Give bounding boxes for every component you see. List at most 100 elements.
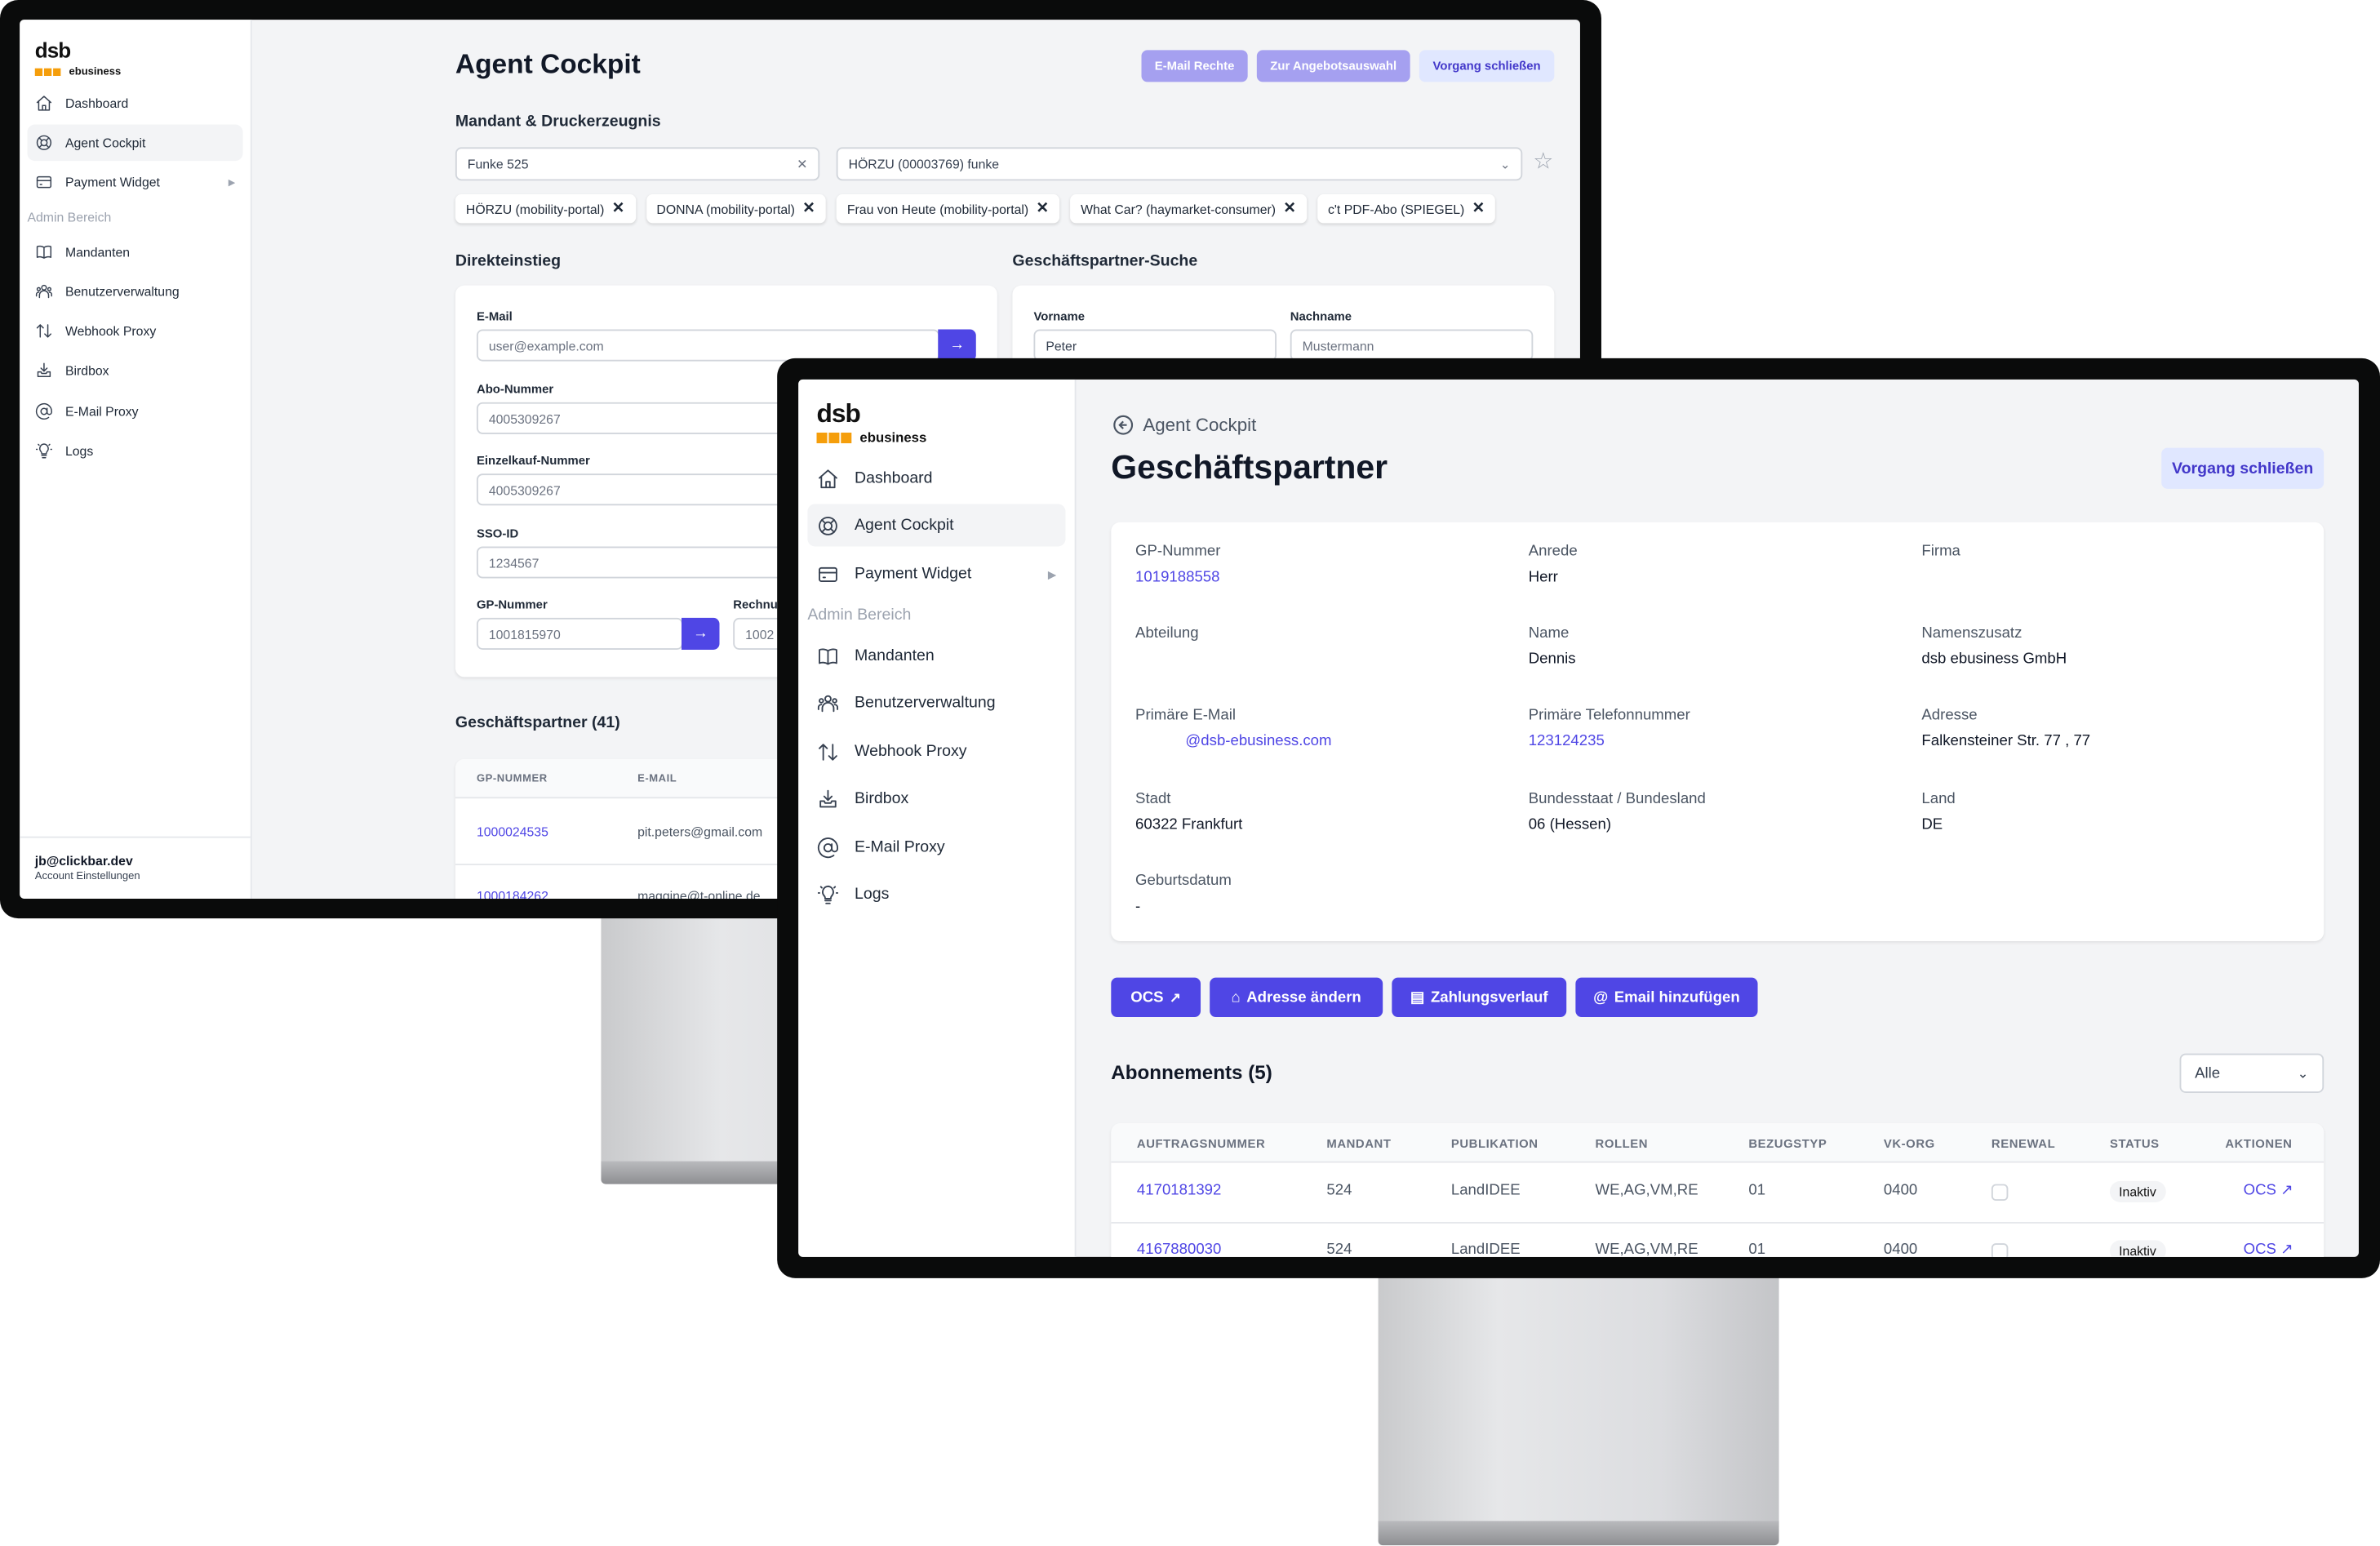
col-header: VK-ORG — [1883, 1136, 1935, 1151]
front-monitor: dsb ebusiness Dashboard Agent Cockpit Pa… — [777, 358, 2380, 1278]
remove-chip-icon[interactable]: ✕ — [1472, 200, 1485, 216]
ocs-link[interactable]: OCS ↗ — [2244, 1242, 2293, 1257]
sidebar-item-e-mail-proxy[interactable]: E-Mail Proxy — [807, 826, 1065, 869]
logo-top: dsb — [816, 399, 861, 429]
col-header: MANDANT — [1326, 1136, 1392, 1151]
sidebar-item-webhook-proxy[interactable]: Webhook Proxy — [807, 731, 1065, 773]
clear-icon[interactable]: ✕ — [797, 156, 807, 172]
field-label: Adresse — [1921, 707, 1978, 725]
partner-list-title: Geschäftspartner (41) — [455, 713, 620, 732]
einzelkauf-label: Einzelkauf-Nummer — [476, 454, 590, 468]
action-ocs-button[interactable]: OCS ↗ — [1111, 977, 1201, 1017]
front-monitor-stand-base — [1378, 1521, 1779, 1546]
email-label: E-Mail — [476, 309, 513, 324]
sidebar-item-dashboard[interactable]: Dashboard — [27, 85, 242, 122]
close-case-button[interactable]: Vorgang schließen — [1419, 50, 1555, 82]
logo: dsb ebusiness — [34, 39, 121, 85]
renewal-checkbox[interactable] — [1991, 1243, 2009, 1257]
at-sign-icon — [35, 402, 52, 420]
sidebar: dsb ebusiness Dashboard Agent Cockpit Pa… — [20, 20, 252, 899]
sidebar-item-mandanten[interactable]: Mandanten — [27, 233, 242, 270]
sidebar-item-label: Agent Cockpit — [64, 135, 146, 151]
action-zahlungsverlauf-button[interactable]: ▤ Zahlungsverlauf — [1392, 977, 1567, 1017]
remove-chip-icon[interactable]: ✕ — [1283, 200, 1296, 216]
sidebar-item-logs[interactable]: Logs — [27, 433, 242, 469]
sidebar-item-label: Dashboard — [64, 96, 129, 111]
sidebar-item-agent-cockpit[interactable]: Agent Cockpit — [27, 124, 243, 162]
lightbulb-icon — [35, 443, 52, 459]
remove-chip-icon[interactable]: ✕ — [1036, 200, 1049, 216]
action-email-hinzuf-gen-button[interactable]: @ Email hinzufügen — [1575, 977, 1758, 1017]
gp-number-link[interactable]: 1000184262 — [477, 888, 548, 899]
renewal-checkbox[interactable] — [1991, 1184, 2009, 1202]
sidebar-item-benutzerverwaltung[interactable]: Benutzerverwaltung — [807, 682, 1065, 724]
sidebar-item-mandanten[interactable]: Mandanten — [807, 634, 1065, 677]
book-icon — [819, 647, 837, 664]
back-link[interactable]: Agent Cockpit — [1112, 415, 1256, 436]
sidebar-item-e-mail-proxy[interactable]: E-Mail Proxy — [27, 393, 242, 430]
sidebar-item-label: Mandanten — [855, 646, 935, 665]
sidebar-item-birdbox[interactable]: Birdbox — [807, 777, 1065, 820]
field-value: Falkensteiner Str. 77 , 77 — [1921, 733, 2091, 750]
field-label: Stadt — [1135, 790, 1171, 808]
at-sign-icon — [817, 837, 839, 858]
ocs-link[interactable]: OCS ↗ — [2244, 1183, 2293, 1199]
sidebar-item-label: Logs — [855, 885, 890, 904]
field-value[interactable]: 1019188558 — [1135, 569, 1219, 585]
field-label: Primäre E-Mail — [1135, 707, 1237, 725]
mandant-input[interactable]: Funke 525 ✕ — [455, 147, 820, 181]
gp-submit-arrow-icon[interactable]: → — [682, 617, 720, 650]
gp-input[interactable] — [476, 617, 683, 650]
page-title: Agent Cockpit — [455, 48, 641, 79]
offer-selection-button[interactable]: Zur Angebotsauswahl — [1256, 50, 1410, 82]
button-label: Email hinzufügen — [1614, 988, 1740, 1006]
sidebar-item-label: Benutzerverwaltung — [855, 693, 996, 713]
external-link-icon: ↗ — [2280, 1182, 2293, 1200]
subscription-filter-select[interactable]: Alle ⌄ — [2179, 1053, 2324, 1093]
close-case-button[interactable]: Vorgang schließen — [2161, 447, 2324, 489]
field-value: 06 (Hessen) — [1528, 816, 1612, 833]
vorname-input[interactable]: Peter — [1033, 329, 1277, 362]
field-label: Land — [1921, 790, 1956, 808]
star-icon[interactable]: ☆ — [1533, 147, 1553, 175]
nachname-input[interactable] — [1290, 329, 1534, 362]
field-value[interactable]: @dsb-ebusiness.com — [1185, 733, 1331, 749]
status-badge: Inaktiv — [2109, 1180, 2166, 1202]
arrows-up-down-icon — [819, 743, 837, 760]
field-value: dsb ebusiness GmbH — [1921, 651, 2067, 669]
lifebuoy-icon — [819, 516, 837, 535]
nachname-label: Nachname — [1290, 309, 1352, 324]
sidebar-item-label: Webhook Proxy — [855, 742, 967, 761]
order-number-link[interactable]: 4170181392 — [1137, 1183, 1221, 1199]
admin-section-label: Admin Bereich — [27, 209, 112, 225]
field-label: Firma — [1921, 543, 1960, 561]
partner-search-title: Geschäftspartner-Suche — [1012, 251, 1198, 271]
sidebar-item-payment-widget[interactable]: Payment Widget ▶ — [807, 553, 1065, 595]
gp-number-link[interactable]: 1000024535 — [477, 824, 548, 840]
account-settings-link[interactable]: Account Einstellungen — [35, 871, 140, 882]
publication-chip: HÖRZU (mobility-portal) ✕ — [455, 194, 636, 224]
remove-chip-icon[interactable]: ✕ — [612, 200, 625, 216]
publication-select[interactable]: HÖRZU (00003769) funke ⌄ — [836, 147, 1523, 181]
sidebar-item-benutzerverwaltung[interactable]: Benutzerverwaltung — [27, 273, 242, 310]
order-number-link[interactable]: 4167880030 — [1137, 1242, 1221, 1257]
email-rights-button[interactable]: E-Mail Rechte — [1141, 50, 1248, 82]
sidebar-item-label: Birdbox — [855, 789, 909, 808]
col-header: ROLLEN — [1595, 1136, 1649, 1151]
sidebar-item-dashboard[interactable]: Dashboard — [807, 457, 1065, 500]
sidebar-item-webhook-proxy[interactable]: Webhook Proxy — [27, 313, 242, 349]
field-value[interactable]: 123124235 — [1529, 733, 1605, 749]
sidebar-item-label: Payment Widget — [855, 564, 972, 584]
sidebar-item-agent-cockpit[interactable]: Agent Cockpit — [807, 504, 1066, 547]
remove-chip-icon[interactable]: ✕ — [802, 200, 815, 216]
cell-bezugstyp: 01 — [1748, 1182, 1766, 1200]
sidebar-item-birdbox[interactable]: Birdbox — [27, 352, 242, 389]
action-adresse-ndern-button[interactable]: ⌂ Adresse ändern — [1210, 977, 1383, 1017]
sidebar-item-logs[interactable]: Logs — [807, 873, 1065, 915]
sidebar-item-label: Mandanten — [64, 244, 131, 260]
vorname-value: Peter — [1046, 337, 1077, 353]
button-label: Zahlungsverlauf — [1430, 988, 1548, 1006]
email-input[interactable] — [476, 329, 940, 362]
email-submit-arrow-icon[interactable]: → — [938, 329, 976, 362]
sidebar-item-payment-widget[interactable]: Payment Widget ▶ — [27, 164, 242, 201]
